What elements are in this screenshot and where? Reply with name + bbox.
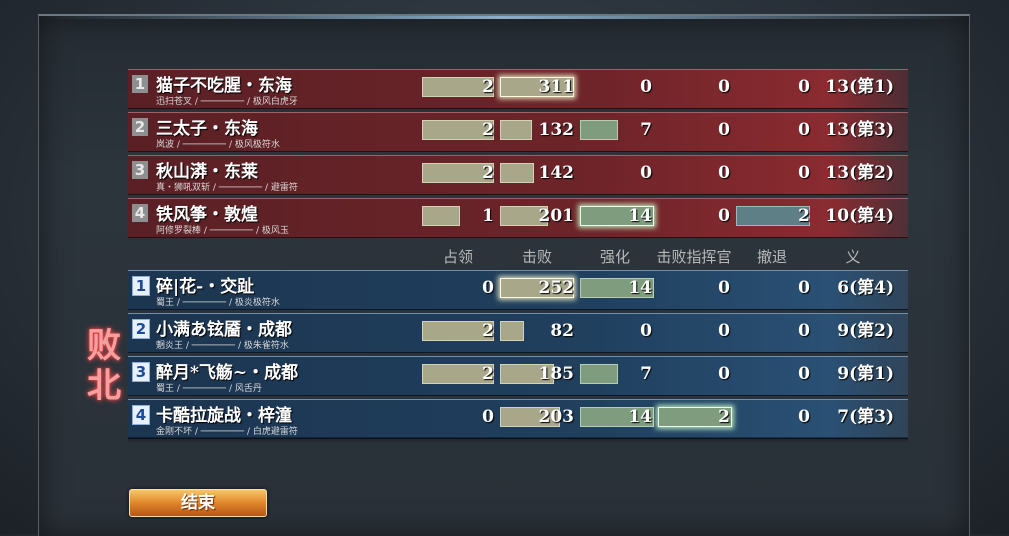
occupy-value: 2: [482, 163, 494, 183]
commander-value: 2: [718, 407, 730, 427]
commander-value: 0: [718, 321, 730, 341]
rank-badge: 1: [132, 75, 148, 93]
enhance-value: 0: [640, 163, 652, 183]
kills-value: 132: [538, 120, 575, 140]
panel-top-highlight: [38, 16, 968, 19]
player-name: 猫子不吃腥・东海: [156, 76, 292, 96]
commander-value: 0: [718, 120, 730, 140]
kills-value: 185: [538, 364, 575, 384]
kills-value: 311: [538, 77, 575, 97]
kills-value: 201: [538, 206, 575, 226]
table-bottom-shadow: [128, 437, 908, 443]
commander-value: 0: [718, 206, 730, 226]
occupy-value: 2: [482, 364, 494, 384]
header-honor: 义: [845, 248, 861, 266]
rank-badge: 4: [132, 405, 150, 425]
retreat-value: 2: [798, 206, 810, 226]
enhance-value: 0: [640, 321, 652, 341]
commander-value: 0: [718, 163, 730, 183]
red-team-row-2: 2 三太子・东海 岚波 / ──────── / 极风极符水 2 132 7 0…: [128, 112, 908, 152]
retreat-value: 0: [798, 77, 810, 97]
rank-badge: 3: [132, 161, 148, 179]
honor-value: 10(第4): [825, 206, 894, 226]
defeat-label: 败北: [87, 326, 121, 406]
blue-team-row-1: 1 碎|花-・交趾 蜀王 / ──────── / 极炎极符水 0 252 14…: [128, 270, 908, 310]
blue-team-row-2: 2 小满あ铉靥・成都 魍炎王 / ──────── / 极朱雀符水 2 82 0…: [128, 313, 908, 353]
kills-value: 142: [538, 163, 575, 183]
rank-badge: 4: [132, 204, 148, 222]
header-kills: 击败: [521, 248, 552, 266]
player-equipment: 蜀王 / ──────── / 极炎极符水: [156, 298, 280, 308]
honor-value: 13(第3): [825, 120, 894, 140]
commander-value: 0: [718, 364, 730, 384]
rank-badge: 1: [132, 276, 150, 296]
blue-team-row-3: 3 醉月*飞觞~・成都 蜀王 / ──────── / 风舌丹 2 185 7 …: [128, 356, 908, 396]
retreat-value: 0: [798, 407, 810, 427]
player-name: 铁风筝・敦煌: [156, 205, 258, 225]
rank-badge: 3: [132, 362, 150, 382]
rank-badge: 2: [132, 319, 150, 339]
player-equipment: 金刚不坏 / ──────── / 白虎避雷符: [156, 427, 298, 437]
honor-value: 13(第2): [825, 163, 894, 183]
commander-value: 0: [718, 77, 730, 97]
enhance-value: 7: [640, 120, 652, 140]
retreat-value: 0: [798, 120, 810, 140]
enhance-value: 14: [628, 206, 652, 226]
player-equipment: 魍炎王 / ──────── / 极朱雀符水: [156, 341, 289, 351]
occupy-value: 2: [482, 120, 494, 140]
enhance-value: 7: [640, 364, 652, 384]
red-team-row-1: 1 猫子不吃腥・东海 迅扫苍叉 / ──────── / 极风白虎牙 2 311…: [128, 69, 908, 109]
player-name: 秋山漭・东莱: [156, 162, 258, 182]
player-equipment: 岚波 / ──────── / 极风极符水: [156, 140, 280, 150]
kills-value: 203: [538, 407, 575, 427]
end-button[interactable]: 结束: [129, 489, 267, 517]
kills-value: 82: [550, 321, 574, 341]
player-name: 三太子・东海: [156, 119, 258, 139]
player-name: 醉月*飞觞~・成都: [156, 363, 299, 383]
retreat-value: 0: [798, 163, 810, 183]
retreat-value: 0: [798, 364, 810, 384]
blue-team-row-4: 4 卡酷拉旋战・梓潼 金刚不坏 / ──────── / 白虎避雷符 0 203…: [128, 399, 908, 439]
header-retreat: 撤退: [756, 248, 787, 266]
retreat-value: 0: [798, 321, 810, 341]
enhance-value: 14: [628, 278, 652, 298]
player-name: 卡酷拉旋战・梓潼: [156, 406, 292, 426]
player-name: 碎|花-・交趾: [156, 277, 255, 297]
player-equipment: 迅扫苍叉 / ──────── / 极风白虎牙: [156, 97, 298, 107]
enhance-value: 14: [628, 407, 652, 427]
occupy-value: 2: [482, 321, 494, 341]
red-team-row-3: 3 秋山漭・东莱 真・狮吼双斩 / ──────── / 避雷符 2 142 0…: [128, 155, 908, 195]
honor-value: 6(第4): [837, 278, 894, 298]
player-name: 小满あ铉靥・成都: [156, 320, 292, 340]
header-commander: 击败指挥官: [656, 248, 732, 266]
honor-value: 13(第1): [825, 77, 894, 97]
enhance-value: 0: [640, 77, 652, 97]
commander-value: 0: [718, 278, 730, 298]
player-equipment: 真・狮吼双斩 / ──────── / 避雷符: [156, 183, 298, 193]
occupy-value: 0: [482, 278, 494, 298]
player-equipment: 蜀王 / ──────── / 风舌丹: [156, 384, 262, 394]
occupy-value: 1: [482, 206, 494, 226]
header-occupy: 占领: [442, 248, 473, 266]
player-equipment: 阿修罗裂棒 / ──────── / 极风玉: [156, 226, 289, 236]
red-team-row-4: 4 铁风筝・敦煌 阿修罗裂棒 / ──────── / 极风玉 1 201 14…: [128, 198, 908, 238]
occupy-value: 2: [482, 77, 494, 97]
occupy-value: 0: [482, 407, 494, 427]
honor-value: 9(第1): [837, 364, 894, 384]
rank-badge: 2: [132, 118, 148, 136]
honor-value: 9(第2): [837, 321, 894, 341]
kills-value: 252: [538, 278, 575, 298]
header-enhance: 强化: [599, 248, 630, 266]
honor-value: 7(第3): [837, 407, 894, 427]
retreat-value: 0: [798, 278, 810, 298]
